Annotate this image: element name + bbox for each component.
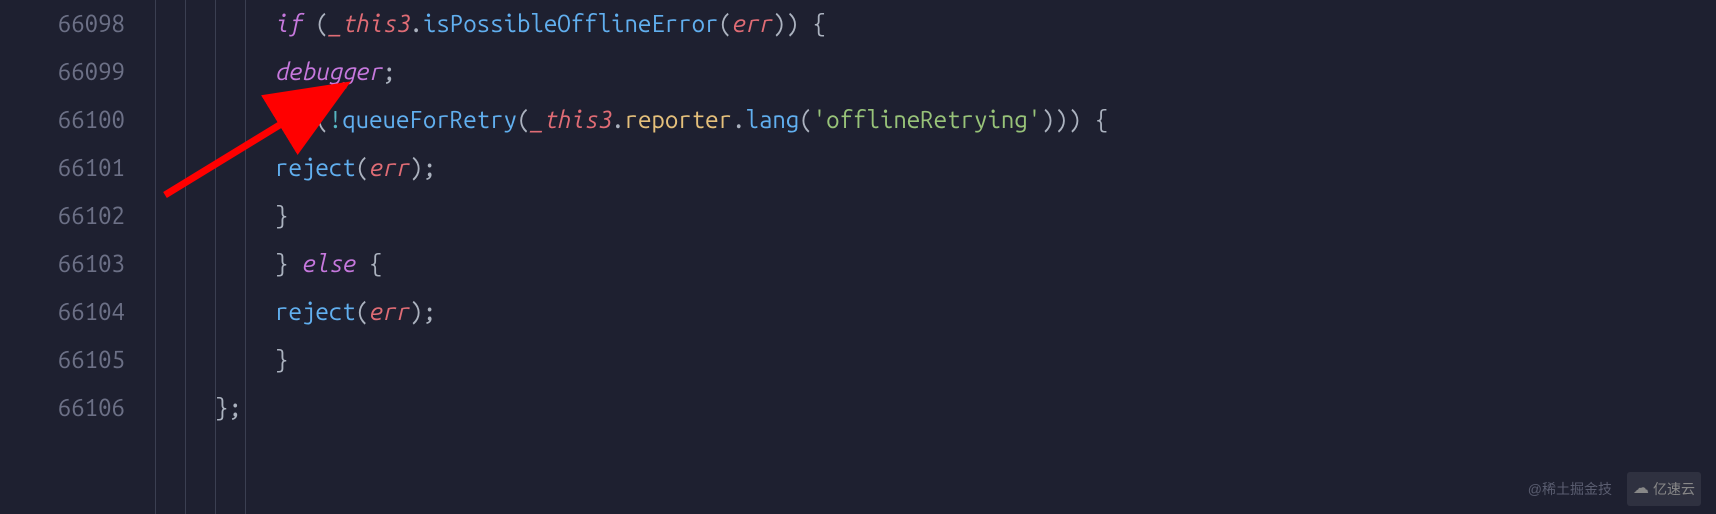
code-line[interactable]: debugger; [275, 48, 1716, 96]
code-line[interactable]: } [275, 192, 1716, 240]
line-number: 66103 [0, 240, 125, 288]
code-line[interactable]: } [275, 336, 1716, 384]
code-line[interactable]: reject(err); [275, 288, 1716, 336]
line-number: 66105 [0, 336, 125, 384]
code-line[interactable]: reject(err); [275, 144, 1716, 192]
code-editor[interactable]: 66098 66099 66100 66101 66102 66103 6610… [0, 0, 1716, 514]
code-line[interactable]: if (_this3.isPossibleOfflineError(err)) … [275, 0, 1716, 48]
watermark-text: @稀土掘金技 [1528, 476, 1612, 503]
code-line[interactable]: }; [215, 384, 1716, 432]
line-number: 66104 [0, 288, 125, 336]
line-number: 66106 [0, 384, 125, 432]
watermark-badge: ☁ 亿速云 [1627, 472, 1701, 506]
line-number: 66101 [0, 144, 125, 192]
code-content[interactable]: if (_this3.isPossibleOfflineError(err)) … [275, 0, 1716, 514]
line-number-gutter: 66098 66099 66100 66101 66102 66103 6610… [0, 0, 155, 514]
code-line[interactable]: } else { [275, 240, 1716, 288]
code-line[interactable]: if (!queueForRetry(_this3.reporter.lang(… [275, 96, 1716, 144]
indent-guides [155, 0, 275, 514]
line-number: 66102 [0, 192, 125, 240]
cloud-icon: ☁ [1633, 474, 1649, 504]
line-number: 66099 [0, 48, 125, 96]
line-number: 66098 [0, 0, 125, 48]
watermark: @稀土掘金技 ☁ 亿速云 [1528, 472, 1701, 506]
line-number: 66100 [0, 96, 125, 144]
